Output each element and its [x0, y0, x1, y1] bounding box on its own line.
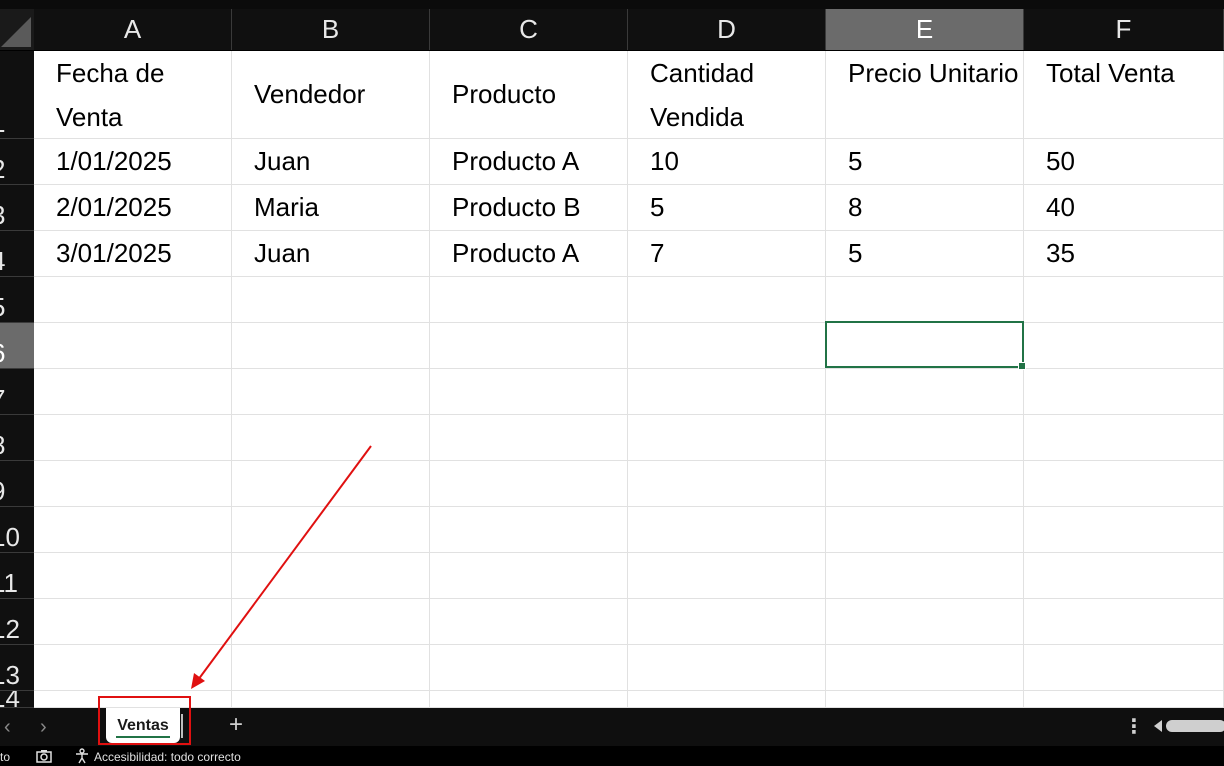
- annotation-arrow: [191, 445, 372, 689]
